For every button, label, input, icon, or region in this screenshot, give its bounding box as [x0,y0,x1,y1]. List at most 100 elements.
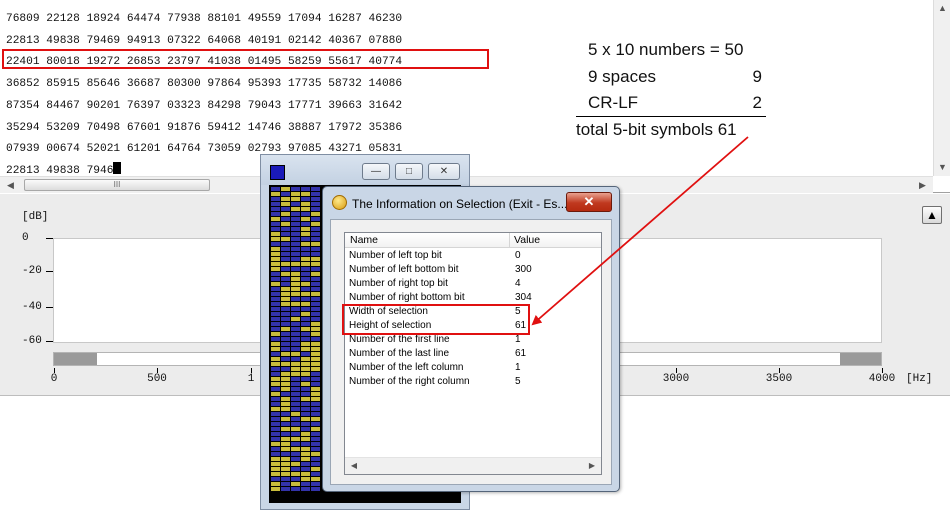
bit-cell [311,442,320,446]
bit-cell [271,262,280,266]
bit-cell [301,207,310,211]
annotation-total: total 5-bit symbols 61 [576,119,737,139]
scroll-down-icon[interactable]: ▼ [934,159,950,176]
bit-cell [281,317,290,321]
bit-cell [271,427,280,431]
bit-cell [271,377,280,381]
dialog-close-button[interactable]: ✕ [566,192,612,212]
bit-cell [291,232,300,236]
list-row[interactable]: Number of the left column 1 [345,361,601,375]
selected-line-highlight [2,49,489,69]
minimize-button[interactable]: — [362,163,390,180]
bit-cell [301,292,310,296]
bit-cell [311,377,320,381]
list-row[interactable]: Number of right top bit 4 [345,277,601,291]
bit-cell [281,332,290,336]
dialog-title: The Information on Selection (Exit - Es.… [352,197,568,211]
bit-cell [301,437,310,441]
annotation-crlf-value: 2 [752,93,762,112]
bit-cell [281,407,290,411]
row-value: 61 [515,348,527,359]
app-icon[interactable] [270,165,285,180]
bit-cell [311,482,320,486]
editor-vertical-scrollbar[interactable]: ▲ ▼ [933,0,950,176]
column-separator[interactable] [509,233,510,248]
bit-cell [291,397,300,401]
bit-cell [291,382,300,386]
bit-cell [271,477,280,481]
bit-cell [301,277,310,281]
bit-cell [311,207,320,211]
bit-grid[interactable] [271,187,321,497]
bit-cell [271,397,280,401]
bit-cell [281,437,290,441]
bit-cell [281,367,290,371]
bit-cell [301,237,310,241]
bit-cell [301,252,310,256]
column-header-value[interactable]: Value [514,234,540,246]
bit-cell [281,447,290,451]
scroll-right-icon[interactable]: ▶ [584,458,600,474]
list-row[interactable]: Number of the first line 1 [345,333,601,347]
bit-cell [271,332,280,336]
bit-cell [311,407,320,411]
selection-info-list[interactable]: Name Value Number of left top bit 0 Numbe… [344,232,602,475]
bit-cell [281,432,290,436]
bit-cell [271,307,280,311]
scroll-left-icon[interactable]: ◀ [2,177,19,194]
row-value: 0 [515,250,521,261]
row-name: Number of the right column [349,376,470,387]
list-row[interactable]: Number of left bottom bit 300 [345,263,601,277]
bit-cell [311,412,320,416]
text-editor[interactable]: 76809 22128 18924 64474 77938 88101 4955… [0,0,950,193]
bit-cell [301,477,310,481]
bit-cell [291,377,300,381]
maximize-button[interactable]: □ [395,163,423,180]
bit-cell [291,272,300,276]
bit-cell [291,462,300,466]
bit-cell [301,472,310,476]
bit-cell [281,392,290,396]
bit-cell [271,407,280,411]
list-row[interactable]: Number of the last line 61 [345,347,601,361]
bit-cell [311,332,320,336]
bit-cell [301,257,310,261]
bit-cell [301,457,310,461]
bit-cell [291,217,300,221]
bit-cell [281,357,290,361]
column-header-name[interactable]: Name [350,234,378,246]
list-row[interactable]: Number of right bottom bit 304 [345,291,601,305]
bit-cell [291,237,300,241]
bit-cell [301,462,310,466]
close-button[interactable]: ✕ [428,163,460,180]
list-row[interactable]: Number of the right column 5 [345,375,601,389]
bit-window-titlebar[interactable]: — □ ✕ [261,155,469,185]
bit-cell [271,482,280,486]
bit-cell [291,452,300,456]
bit-cell [291,337,300,341]
bit-cell [311,342,320,346]
bit-cell [271,282,280,286]
bit-cell [291,332,300,336]
bit-cell [301,342,310,346]
range-right-handle[interactable] [840,353,881,365]
collapse-up-button[interactable]: ▲ [922,206,942,224]
bit-cell [281,227,290,231]
bit-cell [311,297,320,301]
scroll-up-icon[interactable]: ▲ [934,0,950,17]
bit-cell [301,232,310,236]
bit-cell [291,302,300,306]
bit-cell [311,457,320,461]
list-row[interactable]: Number of left top bit 0 [345,249,601,263]
scroll-right-icon[interactable]: ▶ [914,177,931,194]
list-horizontal-scrollbar[interactable]: ◀ ▶ [345,457,601,474]
bit-cell [291,197,300,201]
y-tick-mark [46,271,53,272]
range-left-handle[interactable] [54,353,97,365]
scroll-left-icon[interactable]: ◀ [346,458,362,474]
bit-cell [271,382,280,386]
bit-cell [311,487,320,491]
bit-cell [281,307,290,311]
scroll-thumb[interactable]: III [24,179,210,191]
bit-cell [311,292,320,296]
